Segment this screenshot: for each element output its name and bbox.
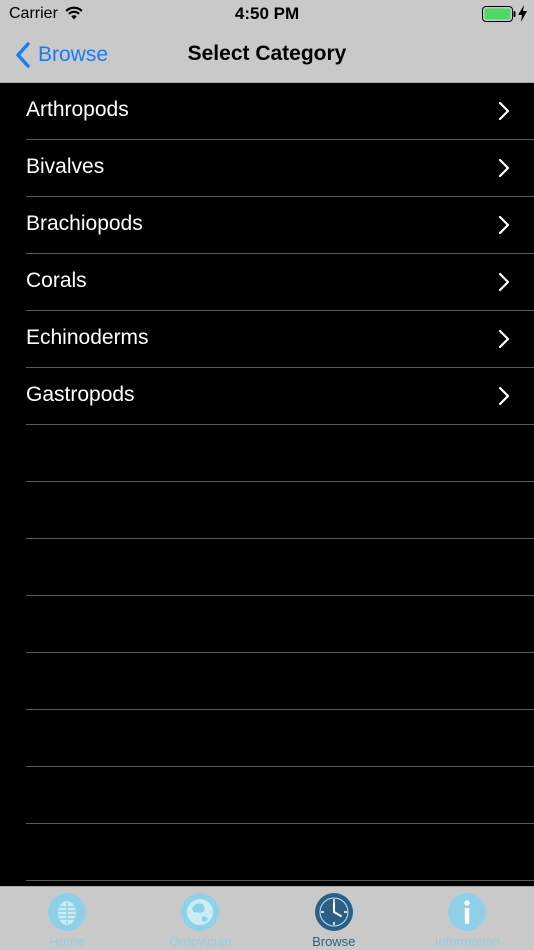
tab-ordovician[interactable]: Ordovician bbox=[134, 887, 268, 950]
chevron-right-icon bbox=[498, 386, 510, 406]
chevron-right-icon bbox=[498, 101, 510, 121]
category-list: Arthropods Bivalves Brachiopods Corals E… bbox=[0, 83, 534, 886]
clock-icon bbox=[314, 893, 353, 931]
list-item-echinoderms[interactable]: Echinoderms bbox=[26, 311, 534, 368]
tab-label: Information bbox=[434, 934, 500, 949]
chevron-right-icon bbox=[498, 158, 510, 178]
list-item-label: Brachiopods bbox=[26, 212, 143, 235]
tab-label: Browse bbox=[312, 934, 356, 949]
empty-row bbox=[26, 767, 534, 824]
status-time: 4:50 PM bbox=[234, 4, 300, 23]
chevron-right-icon bbox=[498, 272, 510, 292]
list-item-bivalves[interactable]: Bivalves bbox=[26, 140, 534, 197]
charging-bolt-icon bbox=[518, 5, 527, 22]
status-bar: Carrier 4:50 PM bbox=[0, 0, 534, 28]
list-item-label: Bivalves bbox=[26, 155, 105, 178]
tab-label: Ordovician bbox=[169, 934, 232, 949]
empty-row bbox=[26, 539, 534, 596]
list-item-label: Gastropods bbox=[26, 383, 135, 406]
list-item-brachiopods[interactable]: Brachiopods bbox=[26, 197, 534, 254]
app-screen: Carrier 4:50 PM Browse Select Category A… bbox=[0, 0, 534, 950]
list-item-label: Echinoderms bbox=[26, 326, 149, 349]
tab-browse[interactable]: Browse bbox=[267, 887, 401, 950]
empty-row bbox=[26, 710, 534, 767]
list-item-arthropods[interactable]: Arthropods bbox=[26, 83, 534, 140]
trilobite-icon bbox=[47, 893, 86, 931]
tab-label: Home bbox=[49, 934, 85, 949]
tab-bar: Home Ordovician Browse Information bbox=[0, 886, 534, 950]
info-icon bbox=[448, 893, 487, 931]
empty-row bbox=[26, 482, 534, 539]
empty-row bbox=[26, 596, 534, 653]
tab-home[interactable]: Home bbox=[0, 887, 134, 950]
list-item-corals[interactable]: Corals bbox=[26, 254, 534, 311]
list-item-gastropods[interactable]: Gastropods bbox=[26, 368, 534, 425]
battery-icon bbox=[482, 6, 516, 22]
empty-row bbox=[26, 653, 534, 710]
globe-icon bbox=[181, 893, 220, 931]
empty-row bbox=[26, 824, 534, 881]
list-item-label: Corals bbox=[26, 269, 87, 292]
chevron-right-icon bbox=[498, 329, 510, 349]
page-title: Select Category bbox=[187, 42, 347, 65]
chevron-right-icon bbox=[498, 215, 510, 235]
tab-information[interactable]: Information bbox=[401, 887, 534, 950]
list-item-label: Arthropods bbox=[26, 98, 129, 121]
empty-row bbox=[26, 425, 534, 482]
navigation-bar: Browse Select Category bbox=[0, 28, 534, 83]
